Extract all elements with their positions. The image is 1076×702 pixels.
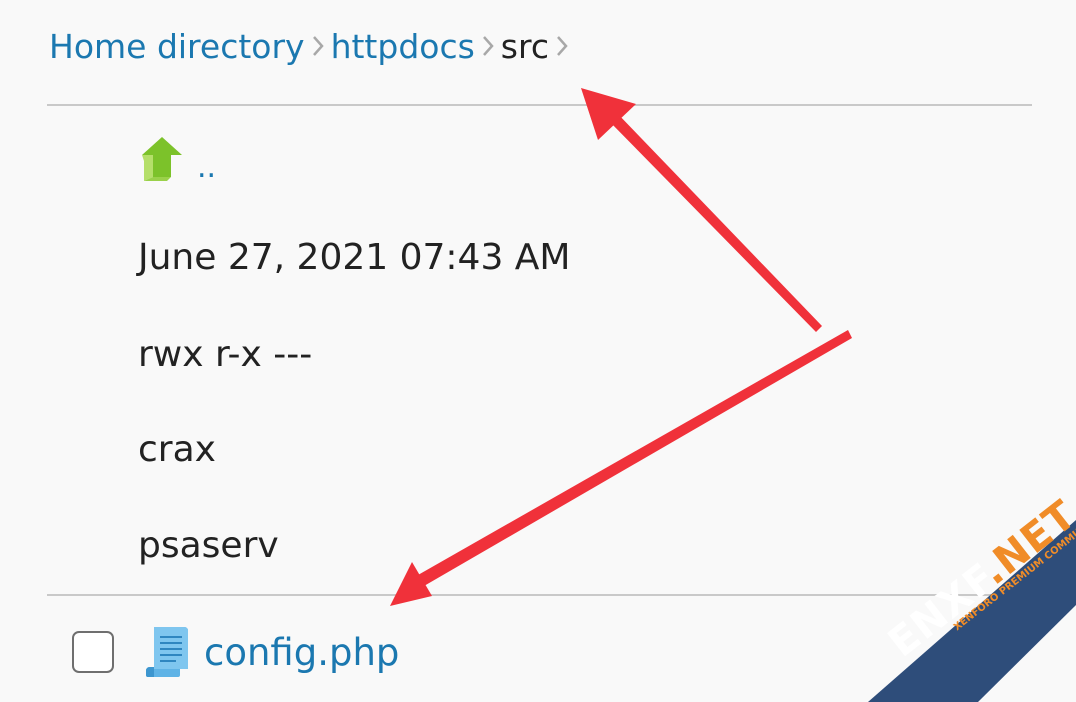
breadcrumb: Home directory httpdocs src bbox=[49, 23, 575, 69]
group: psaserv bbox=[138, 525, 279, 566]
file-row: config.php bbox=[72, 617, 399, 687]
annotation-arrow-to-breadcrumb bbox=[581, 88, 822, 332]
file-link-config-php[interactable]: config.php bbox=[204, 631, 399, 674]
breadcrumb-current-src: src bbox=[500, 26, 549, 66]
watermark-text: ENXF.NET XENFORO PREMIUM COMMUNITY bbox=[880, 491, 1076, 667]
chevron-right-icon bbox=[482, 36, 494, 56]
divider bbox=[47, 104, 1032, 106]
breadcrumb-home-directory[interactable]: Home directory bbox=[49, 27, 305, 66]
chevron-right-icon bbox=[312, 36, 324, 56]
parent-directory-row[interactable]: .. bbox=[139, 133, 216, 183]
breadcrumb-httpdocs[interactable]: httpdocs bbox=[331, 27, 475, 66]
permissions: rwx r-x --- bbox=[138, 334, 313, 375]
php-file-icon bbox=[146, 627, 188, 677]
owner: crax bbox=[138, 429, 216, 470]
file-manager-view: Home directory httpdocs src .. June 27, … bbox=[0, 0, 1076, 702]
file-select-checkbox[interactable] bbox=[72, 631, 114, 673]
chevron-right-icon bbox=[557, 36, 568, 56]
divider bbox=[47, 594, 1032, 596]
up-arrow-icon bbox=[142, 137, 182, 181]
parent-directory-link[interactable]: .. bbox=[197, 153, 216, 183]
annotation-arrow-to-file bbox=[390, 330, 852, 606]
modified-date: June 27, 2021 07:43 AM bbox=[138, 237, 571, 278]
